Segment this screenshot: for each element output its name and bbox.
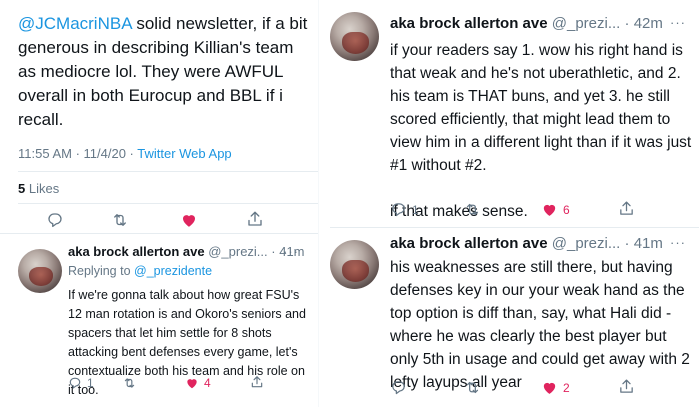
- reply-tweet: aka brock allerton ave @_prezi... · 41m …: [0, 234, 318, 407]
- heart-icon: [543, 204, 556, 216]
- replying-to: Replying to @_prezidente: [68, 264, 212, 278]
- thread-tweet: aka brock allerton ave @_prezi... · 42m …: [330, 0, 699, 226]
- more-options-icon[interactable]: ···: [283, 244, 299, 259]
- tweet-meta: 11:55 AM · 11/4/20 · Twitter Web App: [18, 146, 232, 161]
- main-tweet: @JCMacriNBA solid newsletter, if a bit g…: [0, 0, 318, 232]
- tweet-time[interactable]: · 42m: [625, 15, 663, 32]
- reply-button[interactable]: [46, 211, 64, 229]
- share-icon: [620, 379, 633, 393]
- tweet-header: aka brock allerton ave @_prezi... · 42m: [390, 15, 663, 32]
- tweet-text: his weaknesses are still there, but havi…: [390, 259, 690, 391]
- display-name[interactable]: aka brock allerton ave: [390, 15, 548, 32]
- tweet-actions: 2: [330, 376, 699, 400]
- username[interactable]: @_prezi...: [552, 15, 621, 32]
- retweet-icon: [466, 203, 479, 216]
- reply-button[interactable]: 1: [68, 376, 94, 390]
- reply-button[interactable]: 1: [390, 201, 419, 218]
- tweet-actions: 1 4: [0, 374, 318, 394]
- heart-icon: [543, 382, 556, 394]
- replying-label: Replying to: [68, 264, 135, 278]
- avatar[interactable]: [330, 12, 379, 61]
- retweet-button[interactable]: [110, 211, 130, 229]
- reply-icon: [392, 203, 405, 217]
- retweet-button[interactable]: [122, 376, 137, 390]
- like-button[interactable]: [180, 211, 198, 229]
- retweet-icon: [124, 378, 135, 388]
- reply-count: 1: [87, 376, 94, 390]
- share-button[interactable]: [250, 375, 264, 389]
- like-button[interactable]: 4: [185, 376, 211, 390]
- mention-link[interactable]: @JCMacriNBA: [18, 14, 132, 33]
- main-tweet-text: @JCMacriNBA solid newsletter, if a bit g…: [18, 12, 310, 132]
- like-count: 4: [204, 376, 211, 390]
- tweet-text: if your readers say 1. wow his right han…: [390, 39, 695, 223]
- tweet-time[interactable]: · 41m: [625, 235, 663, 252]
- divider: [18, 203, 318, 204]
- retweet-icon: [114, 214, 126, 226]
- heart-icon: [183, 215, 195, 227]
- like-button[interactable]: 2: [541, 379, 570, 396]
- likes-label: Likes: [25, 181, 60, 196]
- reply-button[interactable]: [390, 379, 407, 396]
- share-button[interactable]: [618, 378, 635, 395]
- share-button[interactable]: [246, 210, 264, 228]
- reply-icon: [48, 213, 62, 228]
- username[interactable]: @_prezi...: [208, 244, 267, 259]
- divider: [18, 171, 318, 172]
- column-gap: [318, 0, 319, 407]
- retweet-button[interactable]: [463, 201, 482, 218]
- avatar[interactable]: [330, 240, 379, 289]
- reply-icon: [392, 381, 405, 395]
- tweet-source-link[interactable]: Twitter Web App: [137, 146, 231, 161]
- username[interactable]: @_prezi...: [552, 235, 621, 252]
- tweet-header: aka brock allerton ave @_prezi... · 41m: [68, 244, 305, 259]
- share-icon: [620, 201, 633, 215]
- tweet-timestamp[interactable]: 11:55 AM · 11/4/20 ·: [18, 146, 137, 161]
- more-options-icon[interactable]: ···: [670, 15, 686, 30]
- retweet-button[interactable]: [463, 379, 482, 396]
- replying-to-link[interactable]: @_prezidente: [134, 264, 212, 278]
- avatar[interactable]: [18, 249, 62, 293]
- share-button[interactable]: [618, 200, 635, 217]
- display-name[interactable]: aka brock allerton ave: [390, 235, 548, 252]
- display-name[interactable]: aka brock allerton ave: [68, 244, 205, 259]
- likes-summary[interactable]: 5 Likes: [18, 181, 59, 196]
- reply-icon: [69, 377, 81, 389]
- heart-icon: [187, 379, 197, 389]
- tweet-header: aka brock allerton ave @_prezi... · 41m: [390, 235, 663, 252]
- share-icon: [248, 211, 262, 226]
- reply-count: 1: [412, 202, 419, 217]
- retweet-icon: [466, 381, 479, 394]
- share-icon: [251, 376, 263, 388]
- more-options-icon[interactable]: ···: [670, 235, 686, 250]
- tweet-actions: 1 6: [330, 198, 699, 222]
- like-count: 6: [563, 202, 570, 217]
- thread-tweet: aka brock allerton ave @_prezi... · 41m …: [330, 228, 699, 407]
- like-button[interactable]: 6: [541, 201, 570, 218]
- like-count: 2: [563, 380, 570, 395]
- tweet-actions: [0, 208, 318, 232]
- tweet-text-paragraph: if your readers say 1. wow his right han…: [390, 42, 692, 174]
